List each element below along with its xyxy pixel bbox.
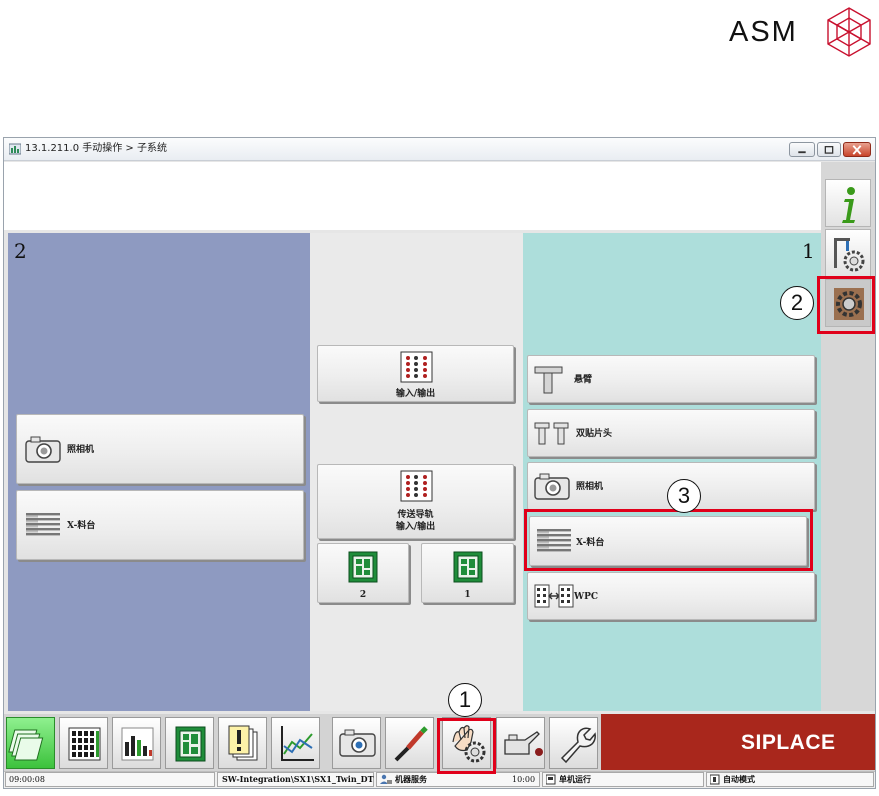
status-station-cell: SW-Integration\SX1\SX1_Twin_DT <box>217 772 374 787</box>
statistics-icon <box>121 727 154 761</box>
close-button[interactable] <box>843 142 871 157</box>
left-feeder-label: X-料台 <box>67 521 96 531</box>
left-feeder-button[interactable]: X-料台 <box>16 490 304 560</box>
callout-3: 3 <box>667 479 701 513</box>
lane-1-label: 1 <box>464 590 471 600</box>
wpc-button[interactable]: WPC <box>527 572 815 620</box>
minimize-button[interactable] <box>789 142 815 157</box>
gantry-label: 悬臂 <box>574 375 593 385</box>
status-clock: 10:00 <box>512 775 536 784</box>
conveyor-label-line2: 输入/输出 <box>395 522 436 532</box>
close-icon <box>852 145 862 155</box>
auto-mode-icon <box>710 774 720 785</box>
status-run-mode-cell: 单机运行 <box>542 772 704 787</box>
asm-logo-text: ASM <box>729 16 798 48</box>
status-time-cell: 09:00:08 <box>5 772 215 787</box>
siplace-logo-text: SIPLACE <box>741 731 836 754</box>
production-button[interactable] <box>6 717 55 769</box>
twin-head-label: 双贴片头 <box>576 429 613 439</box>
status-auto-mode: 自动模式 <box>723 774 755 784</box>
twin-head-icon <box>534 422 569 445</box>
user-icon <box>380 774 392 784</box>
callout-2: 2 <box>780 286 814 320</box>
feeder-table-icon <box>26 513 60 536</box>
lane-2-button[interactable]: 2 <box>317 543 409 603</box>
warnings-icon <box>228 725 258 761</box>
station-2-number: 2 <box>14 239 27 263</box>
io-label: 输入/输出 <box>395 389 436 399</box>
status-time: 09:00:08 <box>9 775 45 784</box>
warnings-button[interactable] <box>218 717 267 769</box>
pcb-icon <box>175 726 206 762</box>
wpc-label: WPC <box>574 592 599 602</box>
pcb-button[interactable] <box>165 717 214 769</box>
camera-icon <box>339 729 376 757</box>
station-1-number: 1 <box>802 239 815 263</box>
left-camera-button[interactable]: 照相机 <box>16 414 304 484</box>
production-icon <box>8 729 44 761</box>
status-station: SW-Integration\SX1\SX1_Twin_DT <box>222 774 374 784</box>
component-grid-button[interactable] <box>59 717 108 769</box>
service-button[interactable] <box>549 717 598 769</box>
message-area <box>4 162 822 230</box>
minimize-icon <box>798 151 806 154</box>
machine-settings-icon <box>834 238 865 272</box>
conveyor-io-button[interactable]: 传送导轨 输入/输出 <box>317 464 514 539</box>
pcb-icon <box>348 551 378 583</box>
line-chart-icon <box>281 726 314 761</box>
lane-1-button[interactable]: 1 <box>421 543 514 603</box>
io-matrix-icon <box>400 351 433 383</box>
oil-can-icon <box>504 731 543 756</box>
tools-button[interactable] <box>385 717 434 769</box>
wpc-icon <box>534 584 574 608</box>
left-camera-label: 照相机 <box>67 445 95 455</box>
io-button[interactable]: 输入/输出 <box>317 345 514 402</box>
highlight-manual-button <box>437 718 496 774</box>
component-grid-icon <box>68 727 101 761</box>
tools-icon <box>394 726 428 762</box>
conveyor-io-icon <box>400 470 433 502</box>
conveyor-label-line1: 传送导轨 <box>397 510 434 520</box>
machine-icon <box>546 774 556 785</box>
oil-can-button[interactable] <box>496 717 545 769</box>
camera-icon <box>25 436 61 463</box>
camera-icon <box>534 473 570 500</box>
app-icon <box>9 143 21 155</box>
status-user-cell: 机器服务 10:00 <box>376 772 540 787</box>
highlight-subsystem-button <box>817 276 875 334</box>
maximize-icon <box>824 146 834 154</box>
info-icon <box>842 187 855 223</box>
callout-1: 1 <box>448 683 482 717</box>
gantry-icon <box>534 366 563 394</box>
gantry-button[interactable]: 悬臂 <box>527 355 815 403</box>
status-user-mode: 机器服务 <box>395 774 427 784</box>
wrench-icon <box>560 727 596 764</box>
asm-logo-icon <box>827 7 871 57</box>
maximize-button[interactable] <box>817 142 841 157</box>
line-chart-button[interactable] <box>271 717 320 769</box>
lane-2-label: 2 <box>359 590 367 600</box>
vision-button[interactable] <box>332 717 381 769</box>
twin-head-button[interactable]: 双贴片头 <box>527 409 815 457</box>
info-button[interactable] <box>825 179 871 227</box>
status-run-mode: 单机运行 <box>559 774 591 784</box>
window-title: 13.1.211.0 手动操作 > 子系统 <box>25 143 167 154</box>
right-camera-label: 照相机 <box>576 482 604 492</box>
machine-settings-button[interactable] <box>825 229 871 277</box>
pcb-icon <box>453 551 483 583</box>
highlight-feeder-button <box>524 509 813 571</box>
statistics-button[interactable] <box>112 717 161 769</box>
status-auto-mode-cell: 自动模式 <box>706 772 874 787</box>
